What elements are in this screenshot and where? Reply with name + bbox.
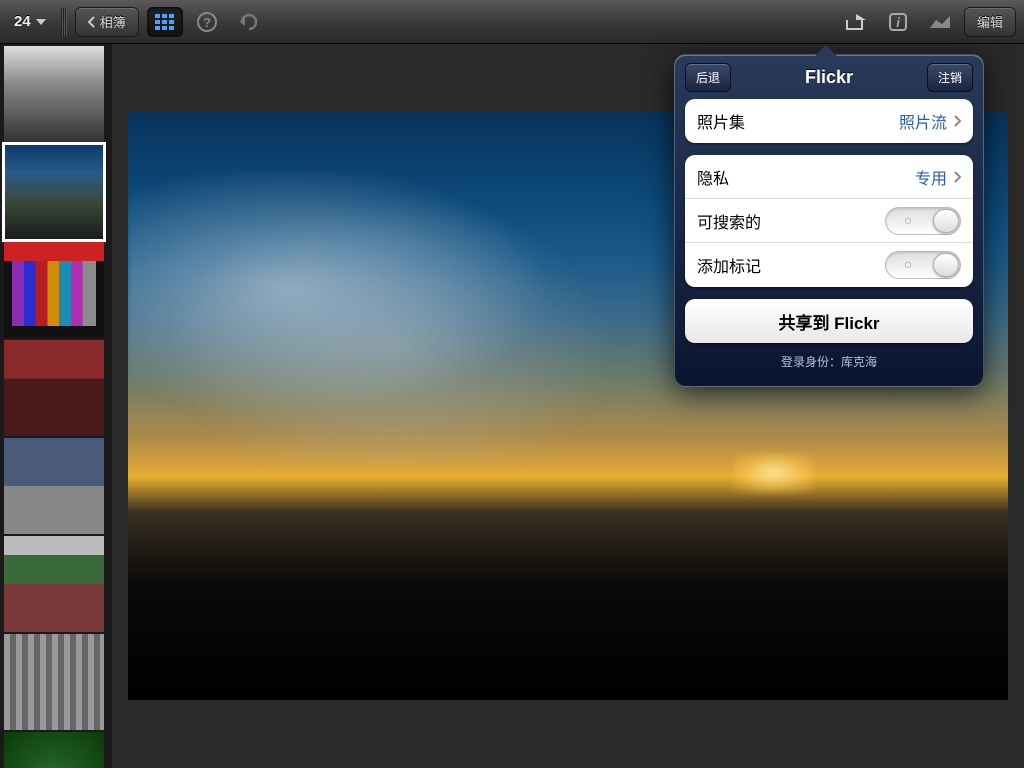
thumbnail-sidebar — [0, 44, 112, 768]
chevron-down-icon — [35, 17, 47, 27]
photoset-value: 照片流 — [899, 109, 947, 133]
albums-button[interactable]: 相簿 — [75, 7, 139, 37]
undo-icon — [238, 13, 260, 31]
edit-button-label: 编辑 — [977, 12, 1003, 31]
grid-icon — [155, 14, 175, 30]
photo-count-dropdown[interactable]: 24 — [8, 13, 53, 30]
share-button-label: 共享到 Flickr — [778, 309, 879, 334]
login-info: 登录身份：库克海 — [685, 343, 973, 376]
privacy-value: 专用 — [915, 165, 947, 189]
svg-text:?: ? — [203, 15, 211, 30]
searchable-row: 可搜索的 — [685, 199, 973, 243]
add-tags-toggle[interactable] — [885, 251, 961, 279]
add-tags-row: 添加标记 — [685, 243, 973, 287]
help-button[interactable]: ? — [189, 7, 225, 37]
privacy-row[interactable]: 隐私 专用 — [685, 155, 973, 199]
undo-button[interactable] — [231, 7, 267, 37]
info-button[interactable]: i — [880, 7, 916, 37]
thumbnail[interactable] — [4, 46, 104, 142]
edit-button[interactable]: 编辑 — [964, 7, 1016, 37]
thumbnail[interactable] — [4, 634, 104, 730]
top-toolbar: 24 相簿 ? i 编辑 — [0, 0, 1024, 44]
adjust-button[interactable] — [922, 7, 958, 37]
thumbnail[interactable] — [4, 536, 104, 632]
thumbnail[interactable] — [4, 340, 104, 436]
thumbnail[interactable] — [4, 438, 104, 534]
logout-button[interactable]: 注销 — [927, 63, 973, 92]
back-button[interactable]: 后退 — [685, 63, 731, 92]
share-button[interactable] — [838, 7, 874, 37]
photoset-row[interactable]: 照片集 照片流 — [685, 99, 973, 143]
thumbnail[interactable] — [4, 732, 104, 768]
searchable-label: 可搜索的 — [697, 209, 761, 233]
back-chevron-icon — [88, 16, 96, 28]
albums-button-label: 相簿 — [100, 12, 126, 31]
searchable-toggle[interactable] — [885, 207, 961, 235]
grid-view-button[interactable] — [147, 7, 183, 37]
photoset-group: 照片集 照片流 — [685, 99, 973, 143]
flickr-share-popover: 后退 Flickr 注销 照片集 照片流 隐私 专用 可搜索的 — [674, 54, 984, 387]
thumbnail[interactable] — [4, 144, 104, 240]
svg-text:i: i — [896, 15, 900, 30]
add-tags-label: 添加标记 — [697, 253, 761, 277]
photoset-label: 照片集 — [697, 109, 745, 133]
thumbnail[interactable] — [4, 242, 104, 338]
privacy-label: 隐私 — [697, 165, 729, 189]
share-icon — [844, 12, 868, 32]
chevron-right-icon — [953, 115, 961, 127]
chevron-right-icon — [953, 171, 961, 183]
help-icon: ? — [196, 11, 218, 33]
toolbar-separator — [61, 8, 67, 36]
info-icon: i — [888, 12, 908, 32]
popover-header: 后退 Flickr 注销 — [675, 55, 983, 99]
photo-count-value: 24 — [14, 13, 31, 30]
adjust-icon — [928, 14, 952, 30]
options-group: 隐私 专用 可搜索的 添加标记 — [685, 155, 973, 287]
share-to-flickr-button[interactable]: 共享到 Flickr — [685, 299, 973, 343]
popover-title: Flickr — [805, 67, 853, 88]
